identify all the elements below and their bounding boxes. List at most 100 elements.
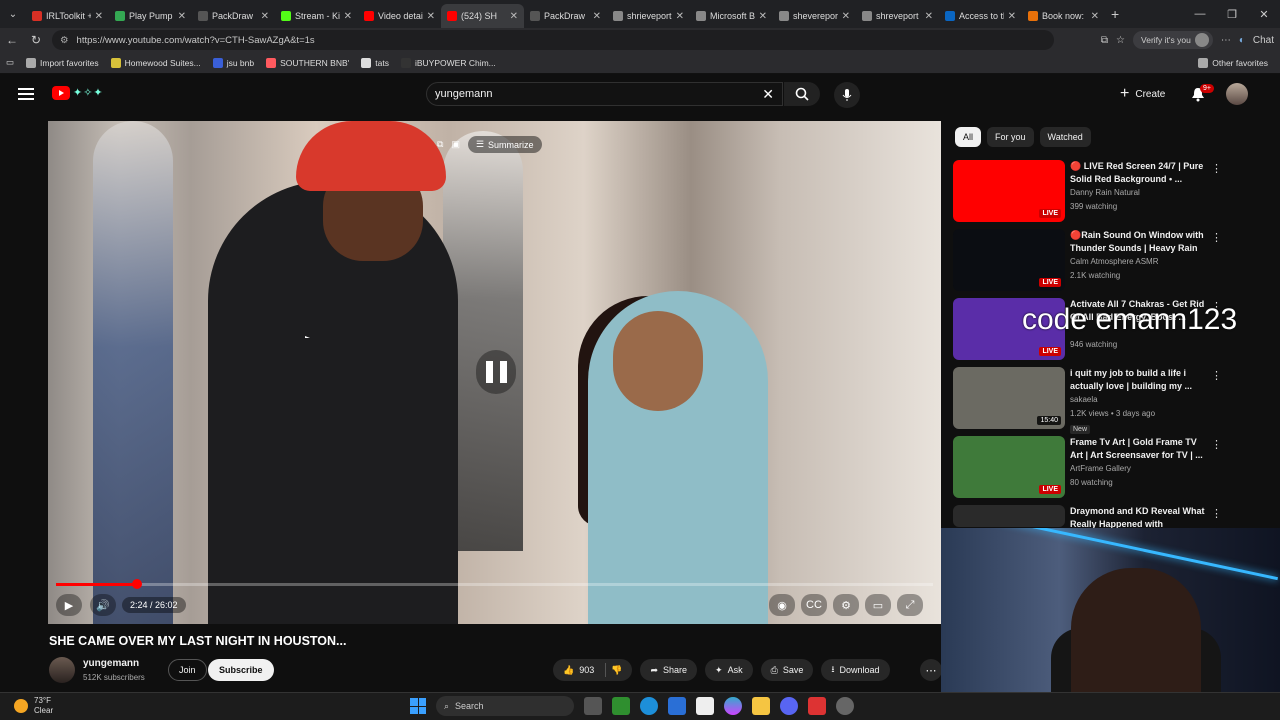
save-button[interactable]: ⎙ Save — [760, 659, 814, 681]
fullscreen-icon[interactable]: ⤢ — [897, 594, 923, 616]
volume-icon[interactable]: 🔊 — [90, 594, 116, 616]
progress-scrubber[interactable] — [131, 579, 142, 589]
bookmark-item[interactable]: jsu bnb — [207, 57, 260, 68]
browser-tab[interactable]: Book now: D ✕ — [1022, 4, 1105, 28]
pip-icon[interactable]: ⧉ — [437, 139, 443, 150]
close-tab-icon[interactable]: ✕ — [510, 11, 518, 22]
weather-widget[interactable]: 73°F Clear — [14, 696, 53, 716]
recommendation-item[interactable]: LIVE 🔴Rain Sound On Window with Thunder S… — [953, 229, 1268, 291]
account-avatar[interactable] — [1226, 83, 1248, 105]
summarize-button[interactable]: ☰ Summarize — [467, 136, 542, 153]
more-options-icon[interactable]: ⋮ — [1211, 507, 1222, 520]
recommendation-channel[interactable]: ArtFrame Gallery — [1070, 464, 1131, 473]
recommendation-title[interactable]: 🔴 LIVE Red Screen 24/7 | Pure Solid Red … — [1070, 160, 1205, 186]
recommendation-channel[interactable]: Calm Atmosphere ASMR — [1070, 257, 1158, 266]
file-explorer-icon[interactable] — [752, 697, 770, 715]
bookmark-item[interactable]: Import favorites — [20, 57, 105, 68]
bookmark-item[interactable]: SOUTHERN BNB' — [260, 57, 355, 68]
recommendation-item[interactable]: 15:40 i quit my job to build a life i act… — [953, 367, 1268, 434]
browser-tab[interactable]: shevereport r ✕ — [773, 4, 856, 28]
settings-icon[interactable]: ⚙ — [833, 594, 859, 616]
recommendation-channel[interactable]: Danny Rain Natural — [1070, 188, 1140, 197]
site-info-icon[interactable]: ⚙ — [60, 35, 69, 46]
file-icon[interactable] — [696, 697, 714, 715]
cast-icon[interactable]: ▣ — [451, 139, 460, 150]
recommendation-item[interactable]: Draymond and KD Reveal What Really Happe… — [953, 505, 1268, 529]
recommendation-title[interactable]: Frame Tv Art | Gold Frame TV Art | Art S… — [1070, 436, 1205, 462]
copilot-taskbar-icon[interactable] — [724, 697, 742, 715]
create-button[interactable]: + Create — [1120, 84, 1165, 104]
video-thumbnail[interactable]: LIVE — [953, 436, 1065, 498]
more-actions-icon[interactable]: ⋯ — [920, 659, 942, 681]
like-button[interactable]: 👍 903 👎 — [553, 659, 633, 681]
back-icon[interactable]: ← — [0, 33, 24, 47]
taskbar-search[interactable]: ⌕ Search — [436, 696, 574, 716]
subscribe-button[interactable]: Subscribe — [208, 659, 274, 681]
more-options-icon[interactable]: ⋮ — [1211, 231, 1222, 244]
favorites-icon[interactable]: ☆ — [1116, 35, 1125, 46]
edge-icon[interactable] — [640, 697, 658, 715]
app-gear-icon[interactable] — [836, 697, 854, 715]
progress-bar[interactable] — [56, 579, 933, 589]
filter-chip[interactable]: For you — [987, 127, 1034, 147]
copilot-icon[interactable]: ◐ — [1239, 35, 1245, 46]
close-tab-icon[interactable]: ✕ — [427, 11, 435, 22]
recommendation-item[interactable]: LIVE Frame Tv Art | Gold Frame TV Art | A… — [953, 436, 1268, 498]
app-red-icon[interactable] — [808, 697, 826, 715]
recommendation-channel[interactable]: sakaela — [1070, 395, 1098, 404]
pause-overlay-icon[interactable] — [476, 350, 516, 394]
close-tab-icon[interactable]: ✕ — [178, 11, 186, 22]
browser-tab[interactable]: PackDraw ✕ — [524, 4, 607, 28]
filter-chip[interactable]: All — [955, 127, 982, 147]
close-tab-icon[interactable]: ✕ — [344, 11, 352, 22]
close-tab-icon[interactable]: ✕ — [925, 11, 933, 22]
more-options-icon[interactable]: ⋮ — [1211, 162, 1222, 175]
url-field[interactable]: ⚙ https://www.youtube.com/watch?v=CTH-Sa… — [52, 30, 1054, 50]
discord-icon[interactable] — [780, 697, 798, 715]
close-tab-icon[interactable]: ✕ — [593, 11, 601, 22]
browser-tab[interactable]: PackDraw ✕ — [192, 4, 275, 28]
join-button[interactable]: Join — [168, 659, 207, 681]
close-tab-icon[interactable]: ✕ — [1008, 11, 1016, 22]
windows-start-icon[interactable] — [410, 698, 426, 714]
close-tab-icon[interactable]: ✕ — [95, 11, 103, 22]
close-tab-icon[interactable]: ✕ — [261, 11, 269, 22]
other-favorites[interactable]: Other favorites — [1192, 57, 1274, 68]
search-button[interactable] — [784, 82, 820, 106]
captions-icon[interactable]: CC — [801, 594, 827, 616]
xbox-icon[interactable] — [612, 697, 630, 715]
tab-actions-menu-icon[interactable]: ⌄ — [0, 0, 26, 28]
channel-name[interactable]: yungemann — [83, 658, 139, 669]
video-thumbnail[interactable] — [953, 505, 1065, 527]
store-icon[interactable] — [668, 697, 686, 715]
autoplay-toggle-icon[interactable]: ◉ — [769, 594, 795, 616]
voice-search-button[interactable] — [834, 82, 860, 108]
browser-tab[interactable]: shrieveport re ✕ — [607, 4, 690, 28]
close-tab-icon[interactable]: ✕ — [676, 11, 684, 22]
more-options-icon[interactable]: ⋮ — [1211, 369, 1222, 382]
ask-button[interactable]: ✦ Ask — [705, 659, 753, 681]
recommendation-item[interactable]: LIVE 🔴 LIVE Red Screen 24/7 | Pure Solid … — [953, 160, 1268, 222]
more-menu-icon[interactable]: ⋯ — [1221, 35, 1231, 46]
play-icon[interactable]: ▶ — [56, 594, 82, 616]
filter-chip[interactable]: Watched — [1039, 127, 1091, 147]
download-button[interactable]: ⭳ Download — [821, 659, 890, 681]
more-options-icon[interactable]: ⋮ — [1211, 438, 1222, 451]
browser-tab[interactable]: Play Pump C ✕ — [109, 4, 192, 28]
menu-icon[interactable] — [18, 88, 34, 100]
minimize-icon[interactable]: — — [1184, 8, 1216, 20]
video-thumbnail[interactable]: LIVE — [953, 229, 1065, 291]
browser-tab[interactable]: shreveport re ✕ — [856, 4, 939, 28]
extensions-icon[interactable]: ⧉ — [1101, 35, 1108, 46]
refresh-icon[interactable]: ↻ — [24, 33, 48, 47]
profile-verify-button[interactable]: Verify it's you — [1133, 31, 1213, 49]
browser-tab[interactable]: (524) SH ✕ — [441, 4, 524, 28]
clear-search-icon[interactable]: ✕ — [762, 86, 774, 103]
browser-tab[interactable]: Video details ✕ — [358, 4, 441, 28]
search-input[interactable]: yungemann ✕ — [426, 82, 783, 106]
task-view-icon[interactable] — [584, 697, 602, 715]
bookmark-item[interactable]: Homewood Suites... — [105, 57, 207, 68]
close-tab-icon[interactable]: ✕ — [759, 11, 767, 22]
close-tab-icon[interactable]: ✕ — [1091, 11, 1099, 22]
chat-label[interactable]: Chat — [1253, 35, 1274, 46]
